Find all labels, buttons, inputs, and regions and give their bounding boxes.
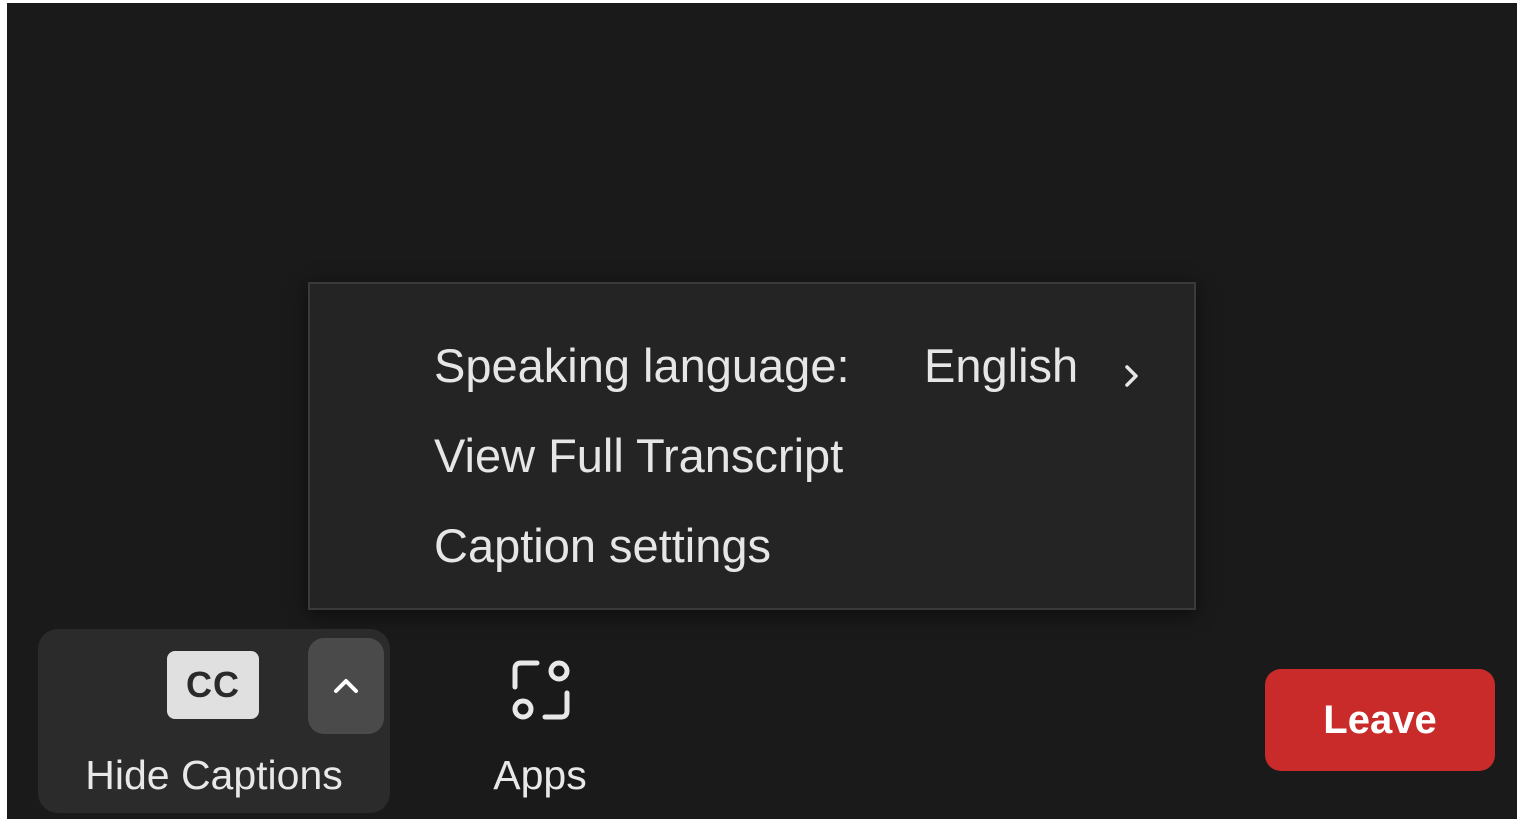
leave-button[interactable]: Leave bbox=[1265, 669, 1495, 771]
speaking-language-label: Speaking language: bbox=[434, 339, 850, 392]
hide-captions-label: Hide Captions bbox=[85, 752, 343, 798]
captions-options-button[interactable] bbox=[308, 638, 384, 734]
apps-button[interactable]: Apps bbox=[475, 643, 605, 813]
apps-label: Apps bbox=[493, 752, 587, 798]
caption-settings-item[interactable]: Caption settings bbox=[434, 518, 771, 574]
speaking-language-item[interactable]: Speaking language: English bbox=[434, 338, 1154, 394]
view-full-transcript-item[interactable]: View Full Transcript bbox=[434, 428, 843, 484]
chevron-right-icon bbox=[1122, 344, 1142, 387]
captions-icon: CC bbox=[167, 651, 259, 719]
speaking-language-value: English bbox=[924, 339, 1079, 392]
chevron-up-icon bbox=[334, 679, 358, 693]
apps-icon bbox=[512, 660, 570, 720]
hide-captions-button[interactable]: CC Hide Captions bbox=[38, 629, 390, 813]
captions-menu: Speaking language: English View Full Tra… bbox=[308, 282, 1196, 610]
meeting-window: Speaking language: English View Full Tra… bbox=[7, 3, 1517, 819]
